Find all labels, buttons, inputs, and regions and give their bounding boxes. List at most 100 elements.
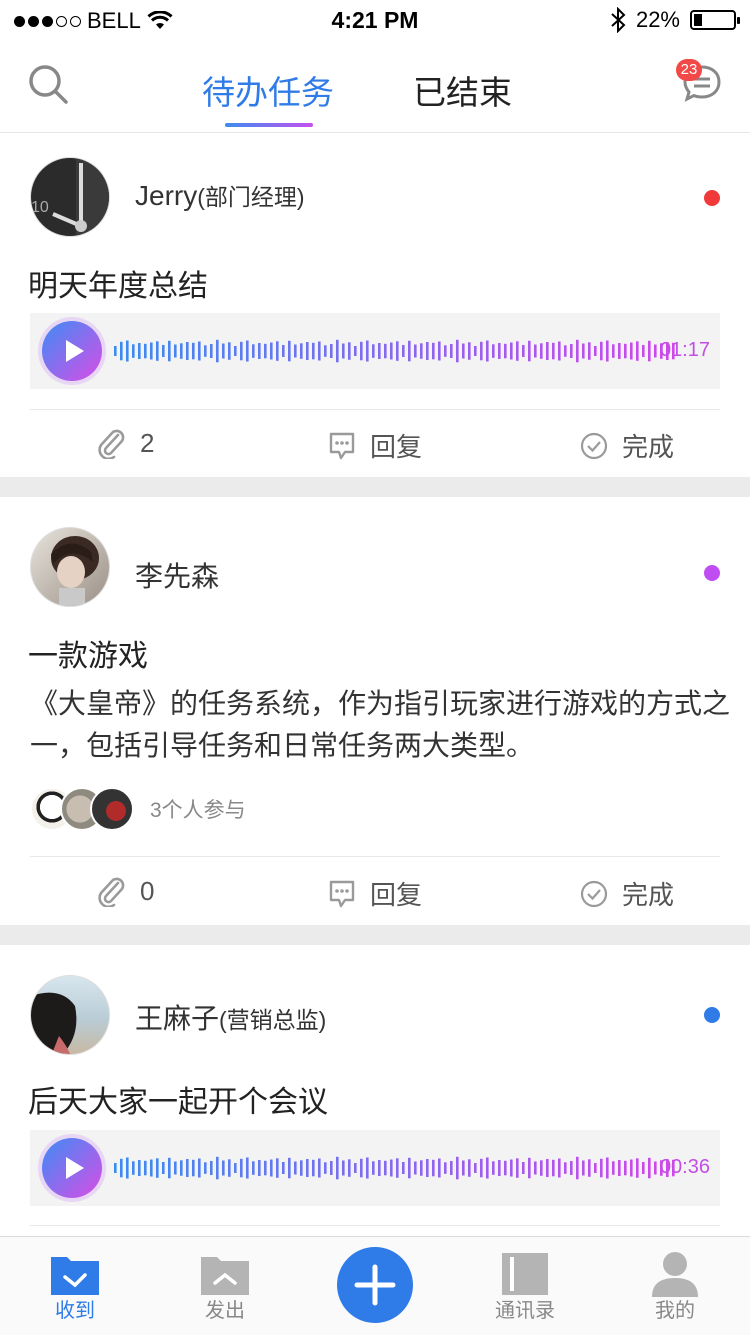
priority-dot [704,190,720,206]
waveform-bar [144,1160,147,1176]
tab-finished[interactable]: 已结束 [413,66,512,114]
play-icon[interactable] [42,321,102,381]
waveform-bar [618,343,621,359]
waveform-bar [162,345,165,357]
waveform-bar [654,344,657,358]
task-card[interactable]: 李先森 一款游戏 《大皇帝》的任务系统，作为指引玩家进行游戏的方式之一，包括引导… [0,497,750,925]
waveform-bar [276,1158,279,1178]
waveform-bar [132,1161,135,1175]
waveform-bar [600,1158,603,1178]
reply-button[interactable]: 回复 [328,875,422,912]
waveform-bar [480,1158,483,1178]
waveform-bar [450,344,453,358]
waveform-bar [252,1161,255,1175]
waveform-bar [618,1160,621,1176]
waveform-bar [330,1161,333,1175]
waveform-bar [354,346,357,356]
avatar[interactable] [30,527,110,607]
waveform-bar [588,342,591,360]
priority-dot [704,1007,720,1023]
tab-todo[interactable]: 待办任务 [202,66,334,114]
comment-icon [329,432,355,459]
waveform-bar [414,1161,417,1175]
waveform-bar [396,341,399,361]
reply-button[interactable]: 回复 [328,427,422,464]
voice-message[interactable]: 01:17 [30,313,720,389]
waveform-bar [462,343,465,359]
waveform-bar [414,344,417,358]
waveform-bar [300,1160,303,1176]
waveform-bar [438,1158,441,1178]
waveform-bar [402,345,405,357]
tabbar-label: 收到 [55,1300,95,1322]
add-task-button[interactable] [337,1247,413,1323]
waveform-bar [378,343,381,359]
waveform-icon [114,1156,675,1180]
waveform-bar [174,344,177,358]
complete-button[interactable]: 完成 [580,427,674,464]
avatar[interactable]: 10 [30,157,110,237]
waveform-bar [606,1157,609,1179]
task-title: 明天年度总结 [28,270,208,303]
waveform-bar [636,1158,639,1178]
waveform-bar [222,343,225,359]
complete-label: 完成 [622,432,675,462]
play-icon[interactable] [42,1138,102,1198]
user-role: (营销总监) [219,1007,327,1033]
waveform-bar [504,1160,507,1176]
waveform-bar [630,1159,633,1177]
waveform-bar [294,1161,297,1175]
user-role: (部门经理) [197,184,305,210]
search-icon[interactable] [28,64,70,106]
waveform-bar [426,342,429,360]
top-nav: 待办任务 已结束 23 [0,40,750,133]
user-name-text: 李先森 [135,561,220,592]
unread-badge: 23 [676,59,702,81]
voice-message[interactable]: 00:36 [30,1130,720,1206]
task-card[interactable]: 10 Jerry(部门经理) 明天年度总结 01:17 2 回复 完成 [0,133,750,477]
waveform-bar [372,1161,375,1175]
waveform-bar [360,1158,363,1178]
waveform-bar [456,1156,459,1180]
user-name: 李先森 [135,555,219,595]
waveform-bar [504,343,507,359]
waveform-bar [540,1160,543,1176]
paperclip-icon [98,429,125,459]
waveform-bar [192,1159,195,1177]
waveform-bar [384,1160,387,1176]
waveform-bar [570,344,573,358]
waveform-bar [510,342,513,360]
waveform-bar [342,1160,345,1176]
paperclip-icon [98,877,125,907]
attachment-button[interactable]: 0 [96,875,154,907]
waveform-bar [408,340,411,362]
check-circle-icon [580,880,608,907]
active-tab-indicator [225,123,313,127]
complete-button[interactable]: 完成 [580,875,674,912]
waveform-bar [246,1157,249,1179]
attachment-count: 2 [140,427,155,458]
waveform-bar [468,1159,471,1177]
waveform-bar [120,1158,123,1178]
waveform-bar [168,1157,171,1179]
avatar[interactable] [30,975,110,1055]
waveform-bar [534,1161,537,1175]
attachment-button[interactable]: 2 [96,427,154,459]
waveform-bar [192,342,195,360]
task-title: 一款游戏 [28,640,148,673]
participants[interactable]: 3个人参与 [30,787,246,831]
waveform-bar [318,1158,321,1178]
waveform-bar [444,345,447,357]
waveform-bar [366,1157,369,1179]
waveform-bar [150,1159,153,1177]
waveform-bar [288,1157,291,1179]
waveform-bar [426,1159,429,1177]
waveform-bar [420,1160,423,1176]
user-name-text: Jerry [135,180,198,211]
waveform-bar [564,1162,567,1174]
waveform-bar [510,1159,513,1177]
user-name: 王麻子(营销总监) [135,997,326,1037]
waveform-bar [348,1159,351,1177]
user-photo-image [31,992,77,1054]
task-card[interactable]: 王麻子(营销总监) 后天大家一起开个会议 00:36 [0,945,750,1236]
